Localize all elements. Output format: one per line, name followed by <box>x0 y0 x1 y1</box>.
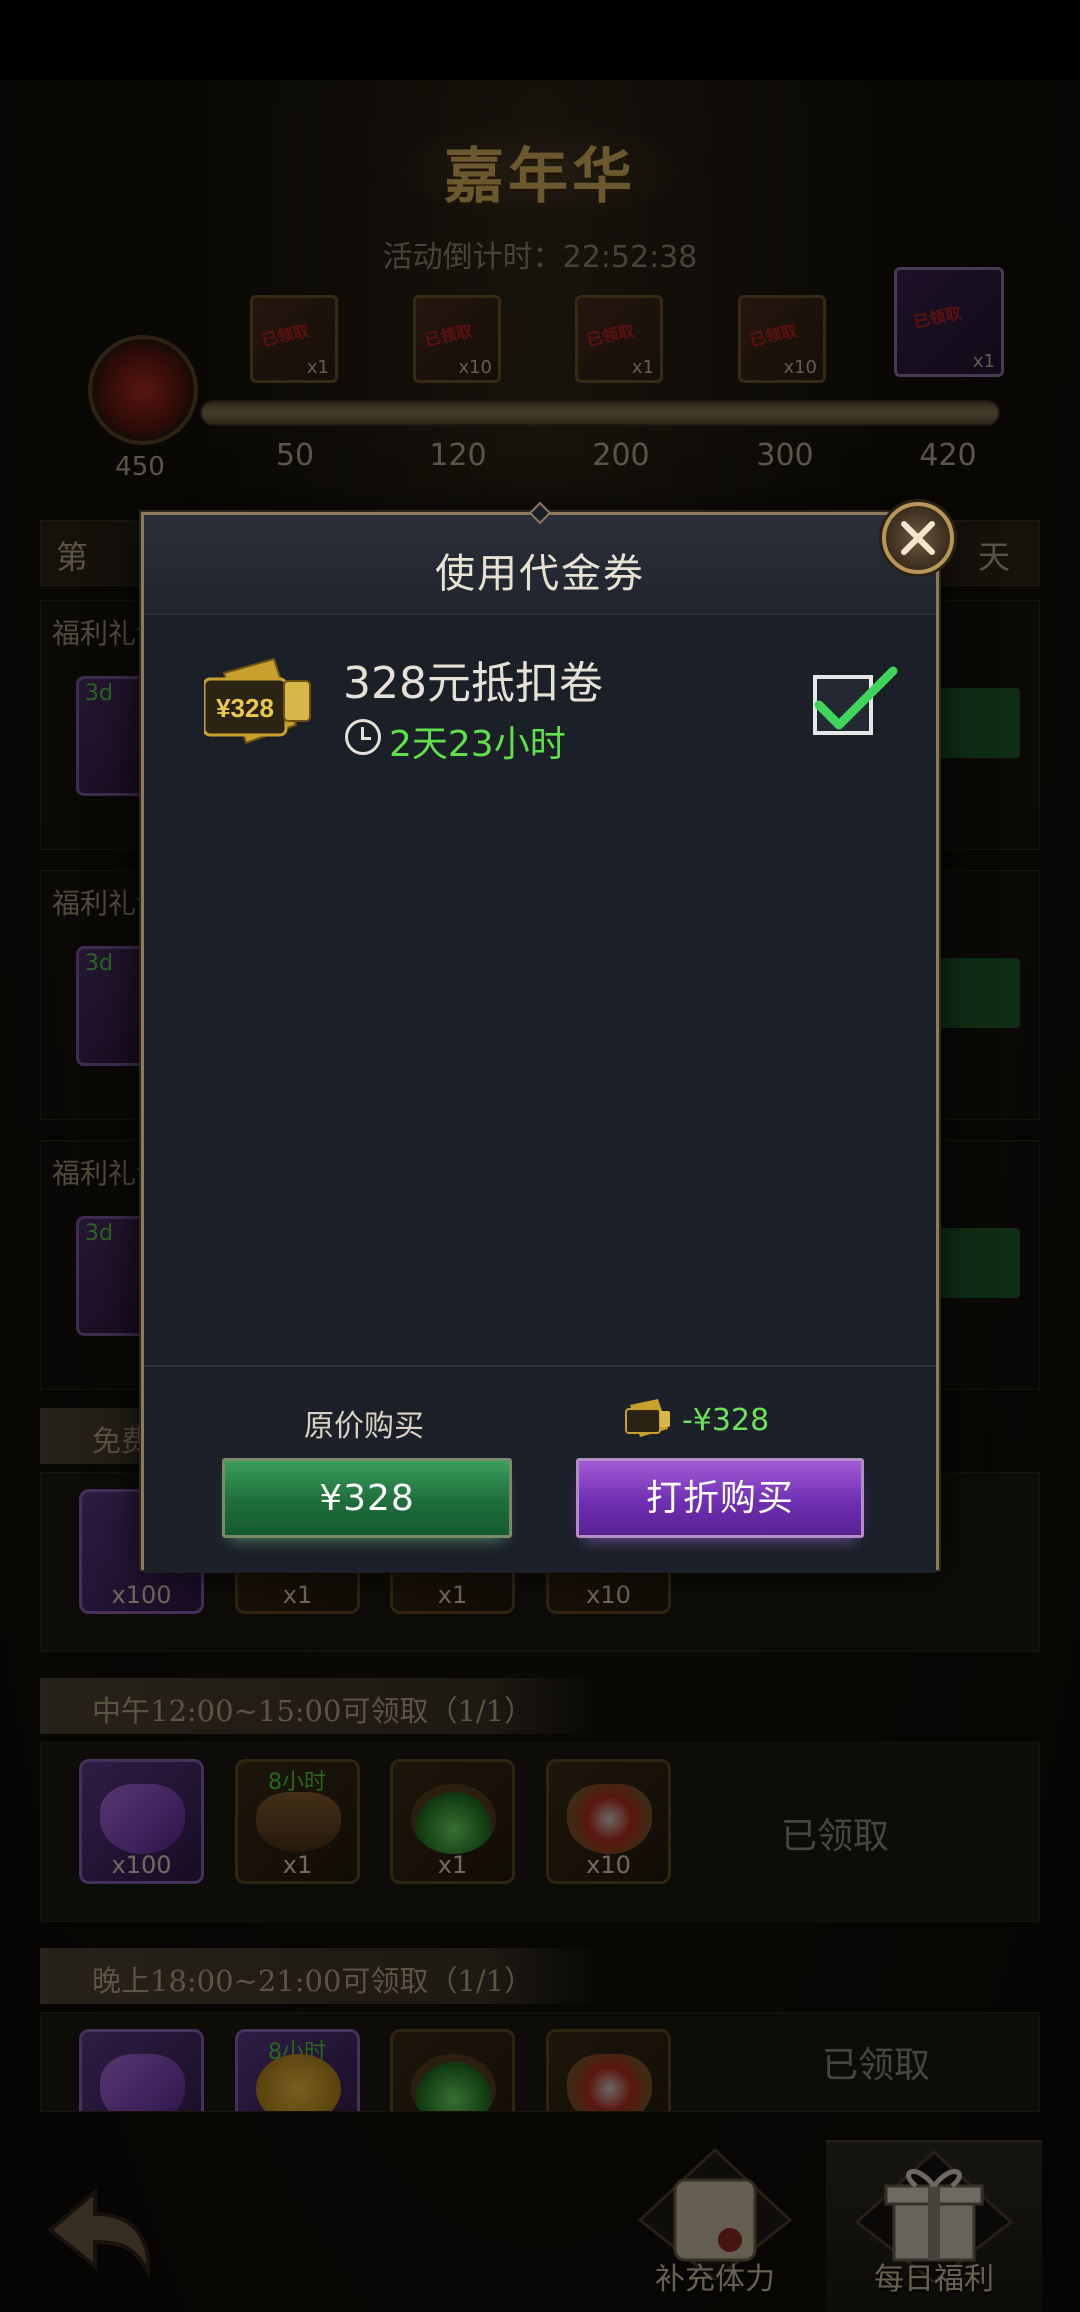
voucher-name: 328元抵扣卷 <box>343 658 603 709</box>
voucher-row[interactable]: ¥328 328元抵扣卷 2天23小时 <box>144 615 936 765</box>
close-button[interactable] <box>882 502 954 574</box>
discount-amount: -¥328 <box>682 1403 770 1438</box>
voucher-expiry-text: 2天23小时 <box>389 724 566 765</box>
buy-discount-button[interactable]: 打折购买 <box>576 1458 864 1538</box>
buy-original-price-button[interactable]: ¥328 <box>222 1458 512 1538</box>
status-bar <box>0 0 1080 80</box>
coupon-ticket-icon <box>625 1399 670 1437</box>
dialog-header: 使用代金券 <box>144 501 936 615</box>
original-price-caption: 原价购买 <box>304 1409 424 1444</box>
checkmark-icon <box>814 666 898 730</box>
dialog-footer: 原价购买 -¥328 ¥328 打折购买 <box>144 1365 936 1573</box>
close-icon <box>901 521 935 555</box>
coupon-icon-text: ¥328 <box>216 693 274 723</box>
clock-icon <box>345 719 381 755</box>
discount-caption: -¥328 <box>576 1397 866 1441</box>
voucher-list[interactable]: ¥328 328元抵扣卷 2天23小时 <box>144 615 936 1365</box>
dialog-title: 使用代金券 <box>435 551 645 597</box>
voucher-dialog: 使用代金券 ¥328 328元抵扣卷 2天23小时 原价购买 -¥328 ¥32… <box>141 501 939 1573</box>
voucher-checkbox[interactable] <box>813 666 898 735</box>
coupon-ticket-icon: ¥328 <box>202 655 316 755</box>
